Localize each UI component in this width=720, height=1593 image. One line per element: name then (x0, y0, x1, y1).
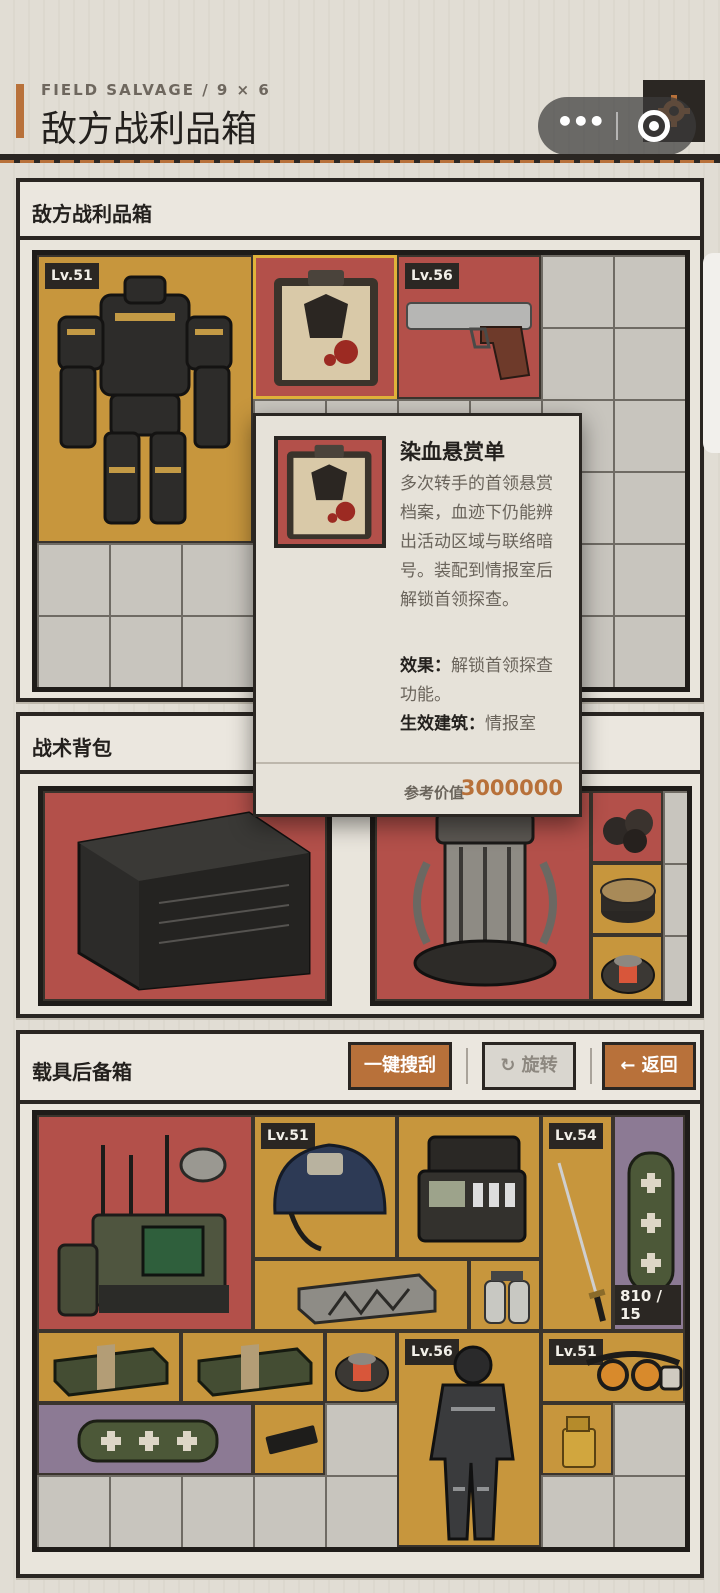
vehicle-trunk-panel: 载具后备箱 一键搜刮 ↻ 旋转 ← 返回 Lv.51 Lv.54 810 / 1… (16, 1030, 704, 1578)
loot-all-button[interactable]: 一键搜刮 (348, 1042, 452, 1090)
item-reactor-core[interactable] (375, 791, 591, 1001)
item-bounty-clipboard[interactable] (253, 255, 397, 399)
item-supply-crate-2[interactable] (181, 1331, 325, 1403)
vehicle-trunk-header: 载具后备箱 一键搜刮 ↻ 旋转 ← 返回 (20, 1034, 700, 1104)
item-goggles[interactable]: Lv.51 (541, 1331, 685, 1403)
clipboard-icon (274, 270, 378, 386)
mini-program-capsule: ••• (538, 97, 696, 155)
medical-roll-icon (77, 1419, 219, 1463)
item-armored-crate[interactable] (43, 791, 327, 1001)
item-katana[interactable]: Lv.54 (541, 1115, 613, 1331)
reactor-core-icon (413, 811, 557, 987)
tooltip-building-value: 情报室 (485, 714, 536, 734)
backpack-title: 战术背包 (32, 736, 112, 760)
item-armor-suit[interactable]: Lv.51 (37, 255, 253, 543)
item-supply-crate-1[interactable] (37, 1331, 181, 1403)
field-kit-icon (417, 1135, 527, 1243)
tooltip-description: 多次转手的首领悬赏档案，血迹下仍能辨出活动区域与联络暗号。装配到情报室后解锁首领… (400, 474, 553, 610)
tooltip-effect-label: 效果： (400, 656, 451, 676)
hazmat-suit-icon (429, 1345, 515, 1541)
title-accent-bar (16, 84, 24, 138)
helmet-icon (273, 1143, 387, 1252)
device-module-icon (601, 955, 655, 994)
stack-count: 810 / 15 (615, 1285, 681, 1325)
lighter-icon (562, 1416, 596, 1468)
header-stripe (0, 160, 720, 163)
tooltip-item-image (274, 436, 386, 548)
item-tin-can[interactable] (591, 863, 663, 935)
back-label: 返回 (641, 1055, 678, 1076)
item-gas-canisters[interactable] (469, 1259, 541, 1331)
button-divider (590, 1048, 592, 1084)
capsule-divider (616, 112, 618, 140)
tooltip-price-label: 参考价值 (403, 784, 464, 802)
item-chip-card[interactable] (253, 1403, 325, 1475)
tooltip-building-label: 生效建筑： (400, 714, 485, 734)
tooltip-building: 生效建筑：情报室 (400, 710, 566, 739)
page-subtitle: FIELD SALVAGE / 9 × 6 (41, 81, 271, 99)
item-level-badge: Lv.54 (549, 1123, 603, 1149)
mini-reactor-icon (335, 1353, 389, 1392)
clipboard-icon (286, 444, 372, 540)
rotate-label: 旋转 (521, 1055, 558, 1076)
more-menu-button[interactable]: ••• (556, 105, 606, 138)
supply-crate-icon (53, 1344, 169, 1397)
item-ammo-crate[interactable] (253, 1259, 469, 1331)
item-pistol[interactable]: Lv.56 (397, 255, 541, 399)
item-radio-station[interactable] (37, 1115, 253, 1331)
back-button[interactable]: ← 返回 (602, 1042, 696, 1090)
supply-crate-icon (197, 1344, 313, 1397)
item-mini-reactor[interactable] (325, 1331, 397, 1403)
item-hazmat-suit[interactable]: Lv.56 (397, 1331, 541, 1547)
armored-crate-icon (77, 811, 311, 991)
tin-can-icon (600, 878, 656, 923)
backpack-grid-left (38, 786, 332, 1006)
katana-icon (557, 1162, 606, 1322)
chip-card-icon (265, 1425, 318, 1455)
page-title: 敌方战利品箱 (41, 109, 258, 150)
backpack-grid-right (370, 786, 692, 1006)
rotate-button[interactable]: ↻ 旋转 (482, 1042, 576, 1090)
vehicle-trunk-title: 载具后备箱 (32, 1060, 132, 1084)
item-medical-roll-2[interactable] (37, 1403, 253, 1475)
item-lighter[interactable] (541, 1403, 613, 1475)
tooltip-effect: 效果：解锁首领探查功能。 (400, 652, 566, 710)
enemy-loot-header: 敌方战利品箱 (20, 182, 700, 240)
item-tactical-helmet[interactable]: Lv.51 (253, 1115, 397, 1259)
vehicle-trunk-grid: Lv.51 Lv.54 810 / 15 Lv.56 Lv.51 (32, 1110, 690, 1552)
item-truffles[interactable] (591, 791, 663, 863)
top-bar: FIELD SALVAGE / 9 × 6 敌方战利品箱 ••• (0, 0, 720, 163)
arrow-left-icon: ← (620, 1055, 642, 1076)
enemy-loot-title: 敌方战利品箱 (32, 202, 152, 226)
item-level-badge: Lv.56 (405, 263, 459, 289)
goggles-icon (585, 1351, 683, 1391)
item-field-kit-case[interactable] (397, 1115, 541, 1259)
item-device-module[interactable] (591, 935, 663, 1001)
radio-station-icon (57, 1135, 229, 1317)
tooltip-divider (256, 762, 579, 764)
gas-canisters-icon (484, 1271, 530, 1324)
item-medical-roll[interactable]: 810 / 15 (613, 1115, 685, 1331)
side-scroll-handle[interactable] (703, 253, 720, 453)
close-target-icon[interactable] (638, 110, 670, 142)
pistol-icon (406, 302, 532, 381)
tooltip-item-name: 染血悬赏单 (400, 440, 505, 464)
item-tooltip: 染血悬赏单 多次转手的首领悬赏档案，血迹下仍能辨出活动区域与联络暗号。装配到情报… (253, 413, 582, 817)
armor-suit-icon (57, 275, 233, 525)
button-divider (466, 1048, 468, 1084)
truffles-icon (603, 809, 653, 853)
ammo-crate-icon (297, 1273, 437, 1325)
medical-roll-icon (627, 1151, 675, 1293)
tooltip-price: 3000000 (460, 776, 563, 800)
rotate-icon: ↻ (500, 1055, 522, 1076)
